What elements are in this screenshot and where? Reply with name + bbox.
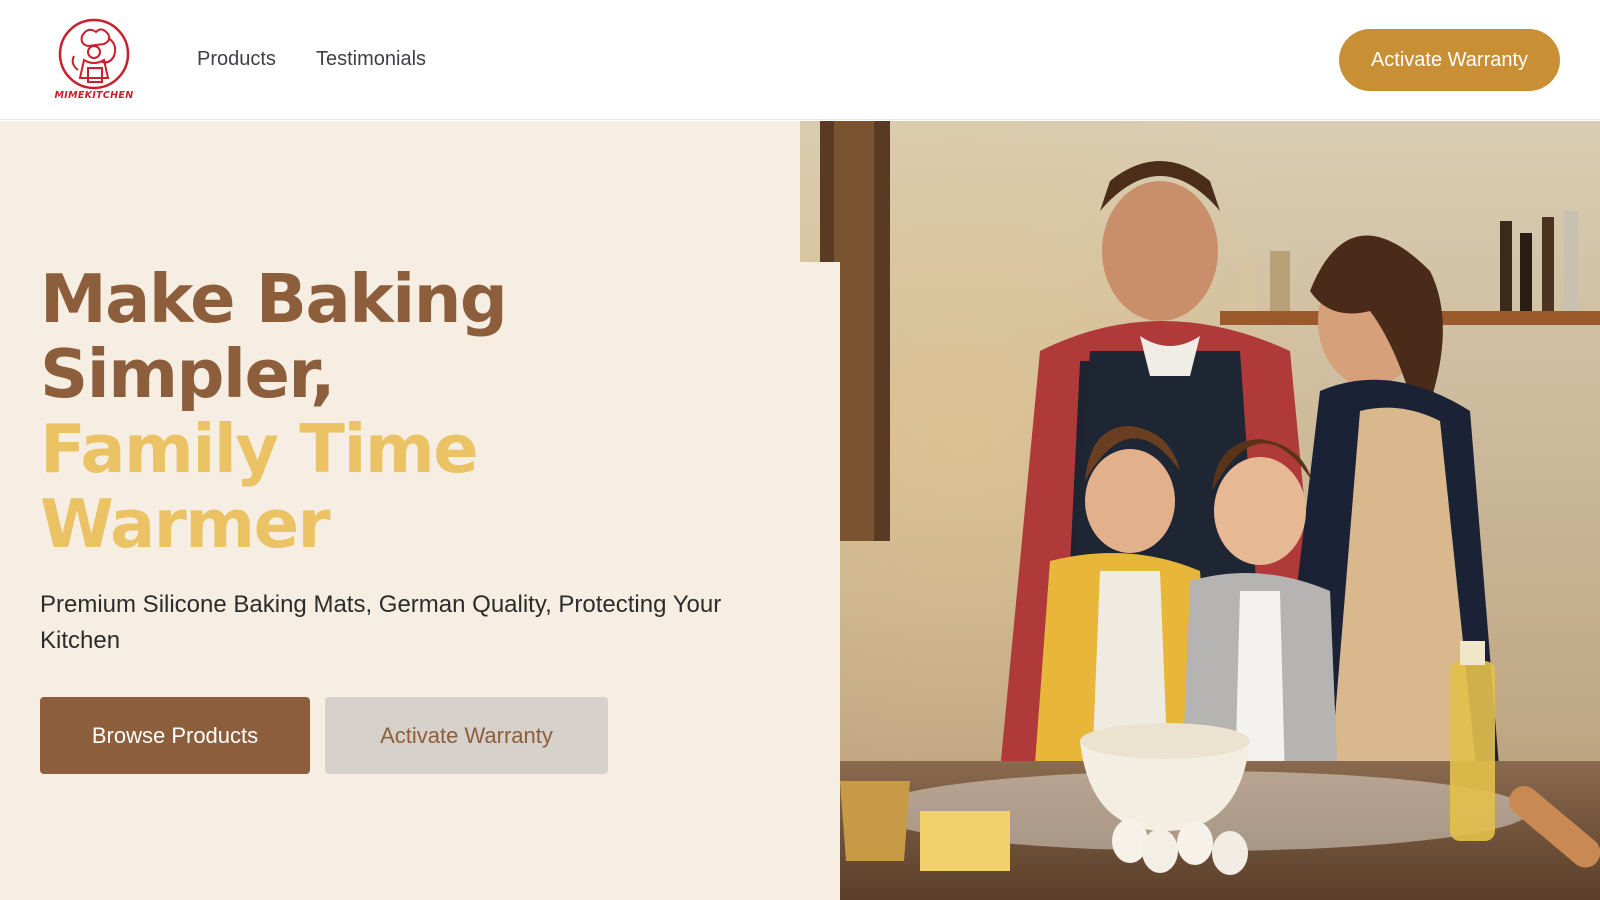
headline-line-3: Family Time [40, 410, 479, 488]
headline-line-4: Warmer [40, 485, 331, 563]
hero-activate-warranty-button[interactable]: Activate Warranty [325, 697, 608, 774]
family-baking-illustration [800, 121, 1600, 900]
nav-testimonials[interactable]: Testimonials [316, 48, 426, 71]
hero-section: Make Baking Simpler, Family Time Warmer … [0, 121, 840, 900]
headline-line-1: Make Baking [40, 260, 508, 338]
headline-line-2: Simpler, [40, 335, 336, 413]
browse-products-button[interactable]: Browse Products [40, 697, 310, 774]
hero-left-edge [800, 262, 840, 900]
hero-subtitle: Premium Silicone Baking Mats, German Qua… [40, 591, 722, 654]
site-header: MIMEKITCHEN Products Testimonials Activa… [0, 0, 1600, 120]
nav-products[interactable]: Products [197, 48, 276, 71]
brand-wordmark: MIMEKITCHEN [54, 90, 134, 101]
chef-logo-icon [58, 18, 130, 90]
family-baking-photo [800, 121, 1600, 900]
hero-headline: Make Baking Simpler, Family Time Warmer [40, 262, 800, 562]
header-activate-warranty-button[interactable]: Activate Warranty [1339, 29, 1560, 91]
brand-logo[interactable]: MIMEKITCHEN [38, 16, 150, 104]
